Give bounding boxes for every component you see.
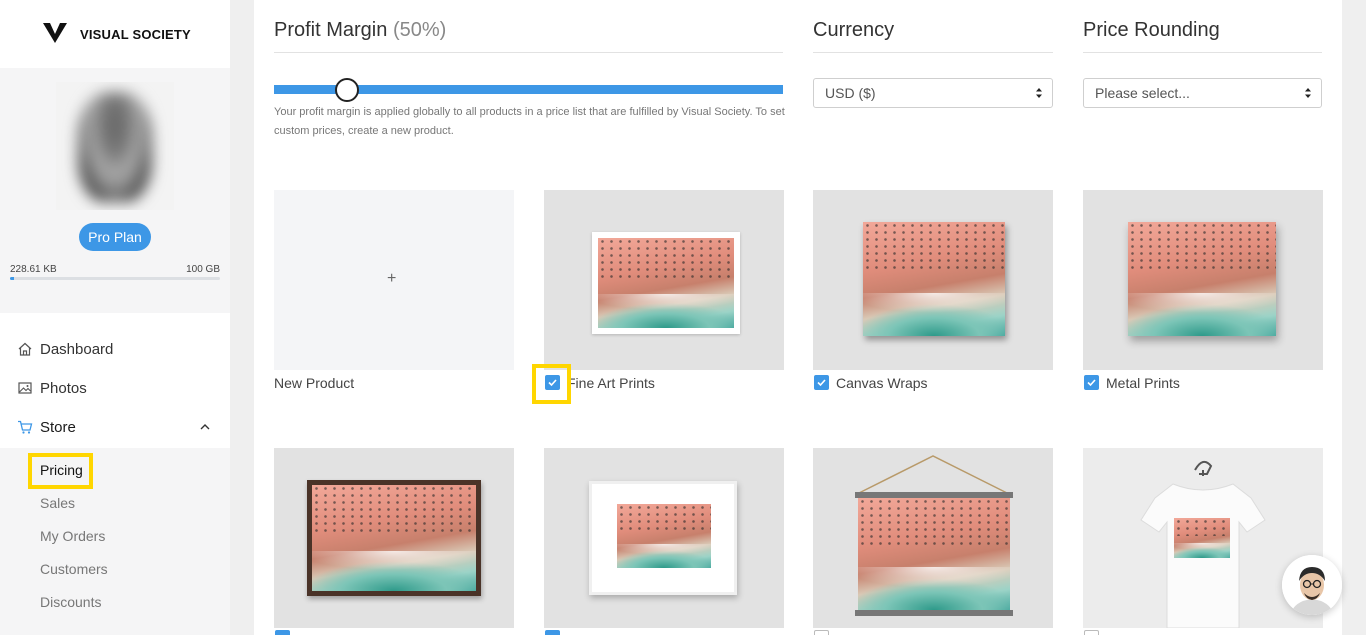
nav-dashboard-label: Dashboard — [40, 340, 114, 358]
storage-used: 228.61 KB — [10, 264, 57, 275]
subnav-sales[interactable]: Sales — [40, 495, 75, 511]
brand-name: VISUAL SOCIETY — [80, 27, 191, 42]
main-content: Profit Margin (50%) Your profit margin i… — [254, 0, 1342, 635]
nav-store[interactable]: Store — [0, 409, 230, 445]
nav-store-label: Store — [40, 418, 76, 436]
new-product-label[interactable]: New Product — [274, 375, 354, 391]
profit-margin-label: Profit Margin — [274, 19, 388, 41]
check-icon — [1087, 379, 1096, 387]
canvas-wraps-label[interactable]: Canvas Wraps — [836, 375, 928, 391]
framed-print-checkbox[interactable] — [545, 630, 560, 635]
price-rounding-select-value: Please select... — [1095, 85, 1190, 101]
product-image-framed-canvas[interactable] — [274, 448, 514, 628]
profit-margin-help: Your profit margin is applied globally t… — [274, 106, 785, 137]
sidebar: VISUAL SOCIETY Pro Plan 228.61 KB 100 GB… — [0, 0, 230, 635]
subnav-my-orders[interactable]: My Orders — [40, 528, 105, 544]
cart-icon — [18, 420, 33, 434]
hanging-canvas-checkbox[interactable] — [814, 630, 829, 635]
currency-select-value: USD ($) — [825, 85, 876, 101]
subnav-discounts[interactable]: Discounts — [40, 594, 101, 610]
divider — [274, 52, 783, 53]
product-image-fine-art-prints[interactable] — [544, 190, 784, 370]
chevron-up-icon[interactable] — [198, 420, 212, 434]
canvas-wraps-checkbox[interactable] — [814, 375, 829, 390]
profit-margin-title: Profit Margin (50%) — [274, 19, 446, 42]
storage-bar-fill — [10, 277, 15, 280]
subnav-customers[interactable]: Customers — [40, 561, 108, 577]
product-image-metal-prints[interactable] — [1083, 190, 1323, 370]
metal-prints-label[interactable]: Metal Prints — [1106, 375, 1180, 391]
divider — [813, 52, 1053, 53]
profit-margin-slider-handle[interactable] — [335, 78, 359, 102]
profit-margin-value: (50%) — [392, 19, 447, 41]
image-icon — [18, 382, 32, 394]
product-image-canvas-wraps[interactable] — [813, 190, 1053, 370]
currency-title: Currency — [813, 19, 895, 41]
profile-panel: Pro Plan 228.61 KB 100 GB — [0, 68, 230, 313]
hanger-string-icon — [856, 455, 1010, 495]
highlight-pricing — [28, 453, 93, 489]
product-image-hanging-canvas[interactable] — [813, 448, 1053, 628]
avatar[interactable] — [56, 82, 174, 210]
nav-photos-label: Photos — [40, 379, 87, 397]
price-rounding-title: Price Rounding — [1083, 19, 1220, 41]
nav-photos[interactable]: Photos — [0, 370, 230, 406]
storage-total: 100 GB — [186, 264, 220, 275]
brand-header: VISUAL SOCIETY — [0, 0, 230, 68]
check-icon — [817, 379, 826, 387]
fine-art-prints-label[interactable]: Fine Art Prints — [567, 375, 655, 391]
framed-canvas-checkbox[interactable] — [275, 630, 290, 635]
plan-badge[interactable]: Pro Plan — [79, 223, 151, 251]
product-image-framed-print[interactable] — [544, 448, 784, 628]
highlight-checkbox — [532, 364, 571, 404]
visual-society-logo-icon[interactable] — [42, 22, 68, 44]
new-product-card[interactable]: + — [274, 190, 514, 370]
price-rounding-select[interactable]: Please select... — [1083, 78, 1322, 108]
metal-prints-checkbox[interactable] — [1084, 375, 1099, 390]
select-arrows-icon — [1036, 88, 1042, 98]
t-shirt-checkbox[interactable] — [1084, 630, 1099, 635]
home-icon — [18, 342, 32, 356]
support-chat-button[interactable] — [1282, 555, 1342, 615]
currency-select[interactable]: USD ($) — [813, 78, 1053, 108]
storage-bar — [10, 277, 220, 280]
plus-icon: + — [387, 270, 397, 287]
select-arrows-icon — [1305, 88, 1311, 98]
divider — [1083, 52, 1322, 53]
support-avatar-icon — [1282, 555, 1342, 615]
nav-dashboard[interactable]: Dashboard — [0, 331, 230, 367]
